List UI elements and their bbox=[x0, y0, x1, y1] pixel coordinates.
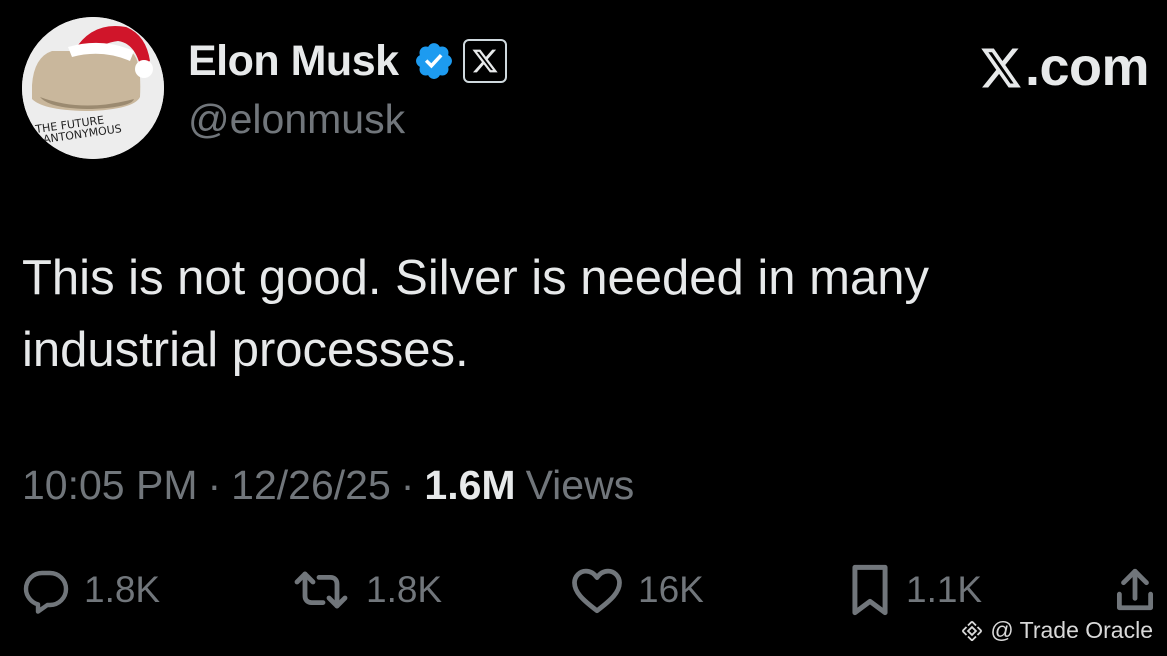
reply-count: 1.8K bbox=[84, 569, 161, 610]
tweet-date[interactable]: 12/26/25 bbox=[231, 462, 391, 509]
views-count: 1.6M bbox=[424, 462, 516, 508]
bookmark-icon bbox=[852, 564, 888, 616]
heart-icon bbox=[572, 568, 622, 614]
share-icon bbox=[1116, 568, 1154, 611]
tweet-text: This is not good. Silver is needed in ma… bbox=[22, 251, 929, 377]
repost-button[interactable]: 1.8K bbox=[290, 560, 442, 620]
reply-icon bbox=[23, 570, 69, 614]
meta-separator: · bbox=[207, 462, 222, 508]
author-display-name[interactable]: Elon Musk bbox=[188, 37, 399, 86]
repost-icon bbox=[294, 571, 348, 609]
watermark-text: @ Trade Oracle bbox=[990, 617, 1153, 643]
affiliate-badge[interactable] bbox=[462, 39, 507, 83]
tweet-time[interactable]: 10:05 PM bbox=[22, 462, 198, 509]
like-button[interactable]: 16K bbox=[570, 560, 704, 620]
binance-logo-icon bbox=[962, 620, 983, 641]
bookmark-count: 1.1K bbox=[906, 569, 983, 610]
verified-checkmark-icon bbox=[413, 40, 455, 82]
bookmark-button[interactable]: 1.1K bbox=[848, 560, 982, 620]
author-handle[interactable]: @elonmusk bbox=[188, 96, 405, 143]
share-button[interactable] bbox=[1114, 560, 1156, 620]
watermark: @ Trade Oracle bbox=[956, 615, 1157, 646]
avatar[interactable]: THE FUTURE IS ANTONYMOUS bbox=[22, 17, 164, 159]
reply-button[interactable]: 1.8K bbox=[22, 560, 160, 620]
author-name-row: Elon Musk bbox=[188, 34, 507, 88]
meta-separator: · bbox=[400, 462, 415, 508]
avatar-image: THE FUTURE IS ANTONYMOUS bbox=[22, 17, 164, 159]
brand-logo: .com bbox=[979, 36, 1150, 98]
like-count: 16K bbox=[638, 569, 704, 610]
repost-count: 1.8K bbox=[366, 569, 443, 610]
x-logo-icon bbox=[979, 43, 1023, 91]
tweet-meta: 10:05 PM · 12/26/25 · 1.6M Views bbox=[22, 462, 634, 509]
views-label: Views bbox=[525, 462, 635, 508]
brand-label: .com bbox=[1024, 37, 1150, 97]
x-logo-icon bbox=[471, 49, 498, 73]
